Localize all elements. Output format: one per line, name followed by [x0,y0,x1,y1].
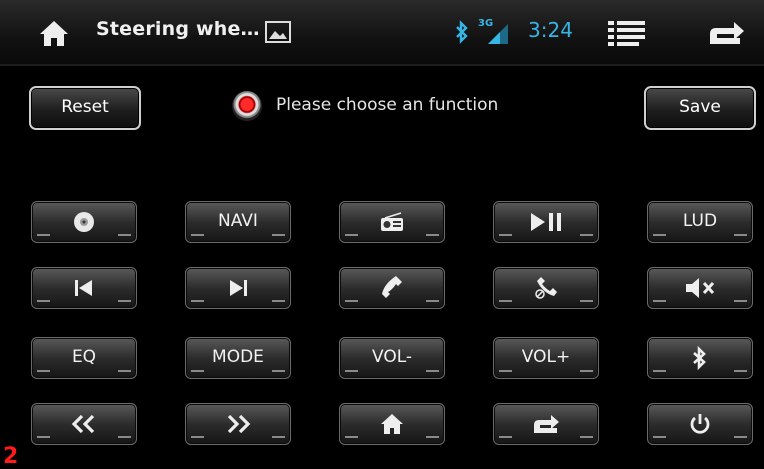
eq-label: EQ [71,347,97,367]
page-marker: 2 [3,444,19,469]
image-icon [265,21,291,43]
disc-button[interactable] [31,201,137,243]
volume-down-label: VOL- [371,347,413,367]
volume-up-button[interactable]: VOL+ [493,337,599,379]
hangup-call-button[interactable] [493,267,599,309]
home-icon[interactable] [38,18,70,48]
bluetooth-button[interactable] [647,337,753,379]
phone-answer-icon [382,276,402,298]
power-icon [690,414,710,434]
phone-hangup-icon [535,277,557,299]
fast-forward-button[interactable] [185,403,291,445]
eq-button[interactable]: EQ [31,337,137,379]
volume-down-button[interactable]: VOL- [339,337,445,379]
fast-rewind-button[interactable] [31,403,137,445]
radio-icon [381,212,403,231]
next-track-button[interactable] [185,267,291,309]
back-button[interactable] [493,403,599,445]
radio-button[interactable] [339,201,445,243]
status-bar: Steering whe… 3G 3:24 [0,0,764,66]
back-icon[interactable] [706,20,746,46]
app-title: Steering whe… [96,18,260,40]
clock: 3:24 [528,18,573,42]
play-pause-button[interactable] [493,201,599,243]
back-icon [534,415,559,433]
mode-button[interactable]: MODE [185,337,291,379]
status-message: Please choose an function [276,95,499,115]
record-indicator-icon [232,91,262,121]
next-track-icon [230,280,247,296]
fast-forward-icon [227,415,251,433]
navi-button[interactable]: NAVI [185,201,291,243]
mode-label: MODE [212,347,264,367]
mute-button[interactable] [647,267,753,309]
home-button[interactable] [339,403,445,445]
lud-button[interactable]: LUD [647,201,753,243]
save-button[interactable]: Save [644,86,756,130]
play-pause-icon [531,213,561,231]
bluetooth-icon [693,346,706,370]
reset-button[interactable]: Reset [29,86,141,130]
answer-call-button[interactable] [339,267,445,309]
menu-icon[interactable] [608,20,646,46]
network-type: 3G [478,18,494,29]
volume-up-label: VOL+ [521,347,571,367]
fast-rewind-icon [71,415,95,433]
previous-track-button[interactable] [31,267,137,309]
lud-label: LUD [682,211,718,231]
bluetooth-status-icon [454,20,470,44]
navi-label: NAVI [218,211,258,231]
disc-icon [74,212,94,232]
home-icon [381,414,403,434]
mute-icon [686,278,715,298]
power-button[interactable] [647,403,753,445]
previous-track-icon [75,280,92,296]
